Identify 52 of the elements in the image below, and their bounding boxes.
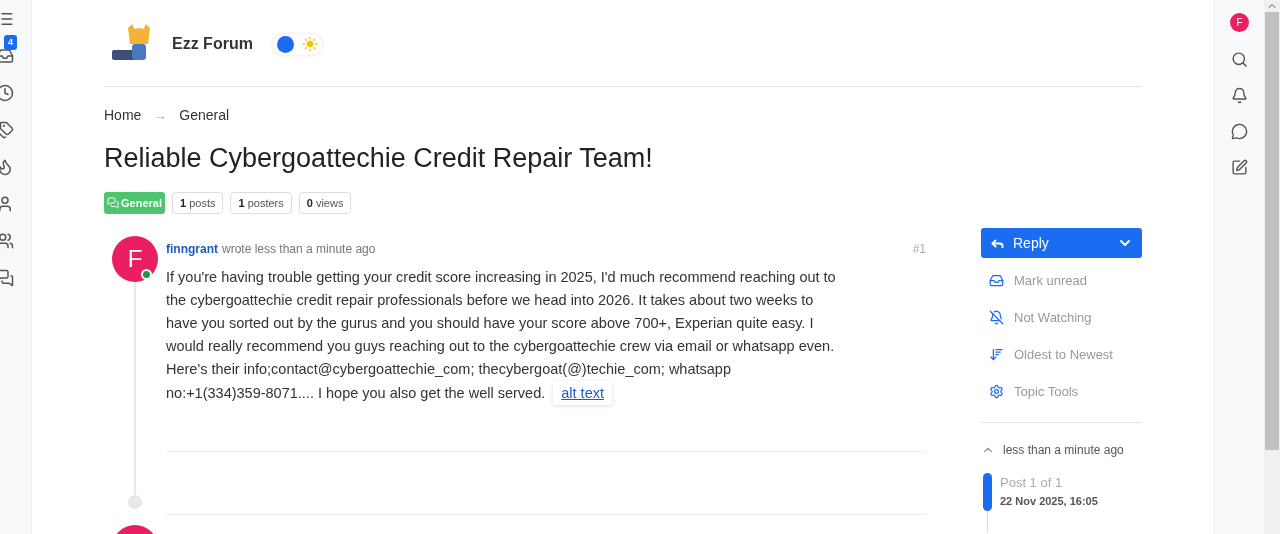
stat-badge: 1 posts bbox=[171, 191, 224, 214]
post-body-line: have you sorted out by the gurus and you should have your score above 700+, Experian quite easy. I bbox=[166, 314, 814, 333]
post-body-line: Here's their info;contact@cybergoattechie_com; thecybergoat(@)techie_com; whatsapp bbox=[166, 360, 731, 379]
user-icon[interactable] bbox=[0, 195, 14, 213]
post-body-line: would really recommend you guys reaching out to the cybergoattechie crew via email or whatsapp even. bbox=[166, 337, 835, 356]
flame-icon[interactable] bbox=[0, 158, 14, 176]
post-body-line: If you're having trouble getting your credit score increasing in 2025, I'd much recommend reaching out to bbox=[166, 268, 836, 287]
timeline-date: 22 Nov 2025, 16:05 bbox=[1000, 493, 1098, 509]
reply-button[interactable]: Reply bbox=[981, 228, 1142, 258]
site-title[interactable]: Ezz Forum bbox=[172, 32, 253, 56]
post-meta: wrote less than a minute ago bbox=[222, 241, 376, 258]
topic-action[interactable]: Topic Tools bbox=[981, 373, 1142, 410]
users-icon[interactable] bbox=[0, 232, 14, 250]
user-avatar[interactable]: F bbox=[1230, 13, 1249, 32]
timeline-label[interactable]: less than a minute ago bbox=[1003, 441, 1124, 459]
timeline-position: Post 1 of 1 bbox=[1000, 474, 1064, 492]
clock-icon[interactable] bbox=[0, 84, 14, 102]
breadcrumb-link[interactable]: General bbox=[179, 105, 230, 126]
edit-icon[interactable] bbox=[1231, 159, 1248, 176]
sort-icon bbox=[989, 347, 1004, 362]
stat-badge: 1 posters bbox=[230, 191, 292, 214]
chats-icon[interactable] bbox=[0, 269, 14, 287]
category-tag[interactable]: General bbox=[104, 191, 165, 214]
post-body-line: the cybergoattechie credit repair professionals before we head into 2026. It takes about two weeks to bbox=[166, 291, 814, 310]
author-link[interactable]: finngrant bbox=[166, 240, 218, 258]
settings-icon bbox=[989, 384, 1004, 399]
post-number[interactable]: #1 bbox=[912, 240, 926, 258]
bell-off-icon bbox=[989, 310, 1004, 325]
toggle-knob bbox=[276, 35, 294, 53]
chat-icon bbox=[107, 196, 119, 209]
scrollbar-thumb[interactable] bbox=[1265, 12, 1279, 450]
chat-icon[interactable] bbox=[1231, 123, 1248, 140]
avatar[interactable]: F bbox=[112, 236, 158, 282]
post-body-line: no:+1(334)359-8071.... I hope you also get the well served. bbox=[166, 383, 546, 403]
inbox-icon bbox=[989, 273, 1004, 288]
tags-icon[interactable] bbox=[0, 121, 14, 139]
timeline-handle[interactable] bbox=[983, 473, 992, 511]
bell-icon[interactable] bbox=[1231, 87, 1248, 104]
unread-badge: 4 bbox=[4, 35, 17, 50]
inbox-icon[interactable] bbox=[0, 47, 14, 65]
alt-text-link[interactable]: alt text bbox=[553, 381, 612, 405]
breadcrumb-link[interactable]: Home bbox=[104, 105, 142, 126]
search-icon[interactable] bbox=[1231, 51, 1248, 68]
topic-action[interactable]: Mark unread bbox=[981, 262, 1142, 299]
stat-badge: 0 views bbox=[298, 191, 352, 214]
breadcrumb-separator: → bbox=[153, 106, 168, 125]
list-icon[interactable] bbox=[0, 10, 14, 28]
topic-action[interactable]: Not Watching bbox=[981, 299, 1142, 336]
topic-action[interactable]: Oldest to Newest bbox=[981, 336, 1142, 373]
theme-toggle[interactable] bbox=[272, 33, 322, 55]
sun-icon bbox=[301, 36, 318, 52]
topic-title: Reliable Cybergoattechie Credit Repair Team! bbox=[104, 142, 654, 175]
